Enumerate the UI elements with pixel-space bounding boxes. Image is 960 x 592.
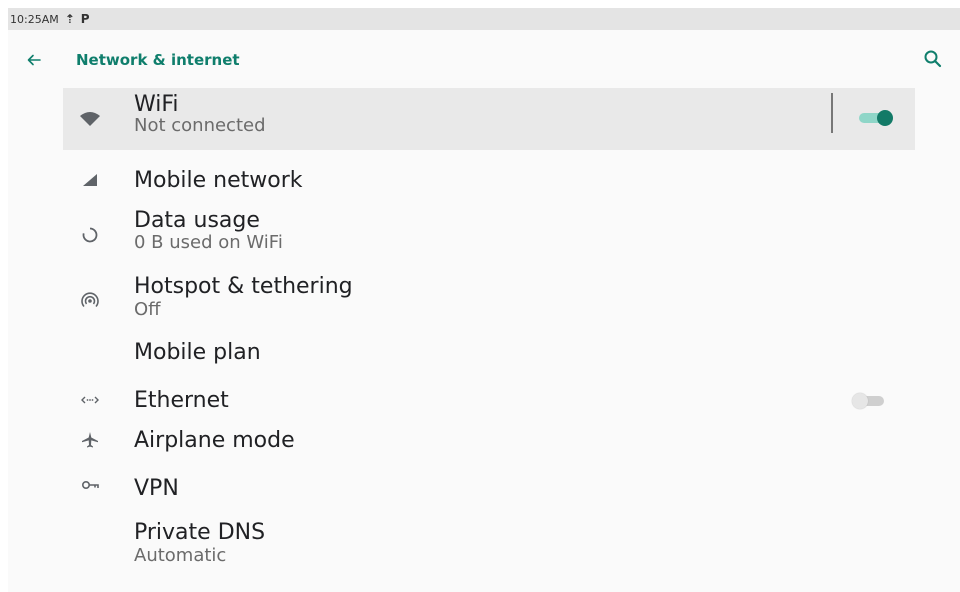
signal-icon xyxy=(79,169,101,191)
list-item-mobile-network[interactable]: Mobile network xyxy=(63,166,915,196)
ethernet-toggle[interactable] xyxy=(852,393,888,409)
data-usage-icon xyxy=(79,224,101,246)
app-toolbar: Network & internet xyxy=(8,30,960,90)
item-subtitle: 0 B used on WiFi xyxy=(134,232,283,253)
airplane-icon xyxy=(79,429,101,451)
item-label: Ethernet xyxy=(134,388,229,413)
item-label: Data usage xyxy=(134,208,260,233)
status-time: 10:25AM xyxy=(10,12,59,26)
toggle-thumb xyxy=(877,110,893,126)
status-bar: 10:25AM ⇡ P xyxy=(8,8,960,30)
wifi-toggle[interactable] xyxy=(857,110,893,126)
vpn-key-icon xyxy=(79,474,101,496)
wifi-icon xyxy=(79,109,101,131)
list-item-mobile-plan[interactable]: Mobile plan xyxy=(63,338,915,368)
item-subtitle: Automatic xyxy=(134,545,227,566)
list-item-wifi[interactable]: WiFi Not connected xyxy=(63,88,915,150)
arrow-back-icon[interactable] xyxy=(24,50,44,70)
parking-icon: P xyxy=(80,12,90,26)
item-subtitle: Off xyxy=(134,299,161,320)
list-item-private-dns[interactable]: Private DNS Automatic xyxy=(63,518,915,570)
page-title: Network & internet xyxy=(76,51,240,69)
item-label: Hotspot & tethering xyxy=(134,274,353,299)
item-label: VPN xyxy=(134,476,179,501)
upload-icon: ⇡ xyxy=(64,12,75,26)
item-label: Mobile plan xyxy=(134,340,261,365)
list-item-airplane-mode[interactable]: Airplane mode xyxy=(63,426,915,456)
settings-screen: 10:25AM ⇡ P Network & internet WiFi Not … xyxy=(8,8,960,592)
hotspot-icon xyxy=(79,290,101,312)
item-label: Private DNS xyxy=(134,520,266,545)
list-item-data-usage[interactable]: Data usage 0 B used on WiFi xyxy=(63,208,915,258)
item-label: Mobile network xyxy=(134,168,303,193)
divider xyxy=(831,93,833,133)
item-subtitle: Not connected xyxy=(134,115,266,136)
search-icon[interactable] xyxy=(922,48,944,70)
toggle-thumb xyxy=(852,393,868,409)
ethernet-icon xyxy=(79,389,101,411)
list-item-vpn[interactable]: VPN xyxy=(63,474,915,504)
list-item-hotspot[interactable]: Hotspot & tethering Off xyxy=(63,272,915,322)
list-item-ethernet[interactable]: Ethernet xyxy=(63,386,915,416)
item-label: Airplane mode xyxy=(134,428,295,453)
